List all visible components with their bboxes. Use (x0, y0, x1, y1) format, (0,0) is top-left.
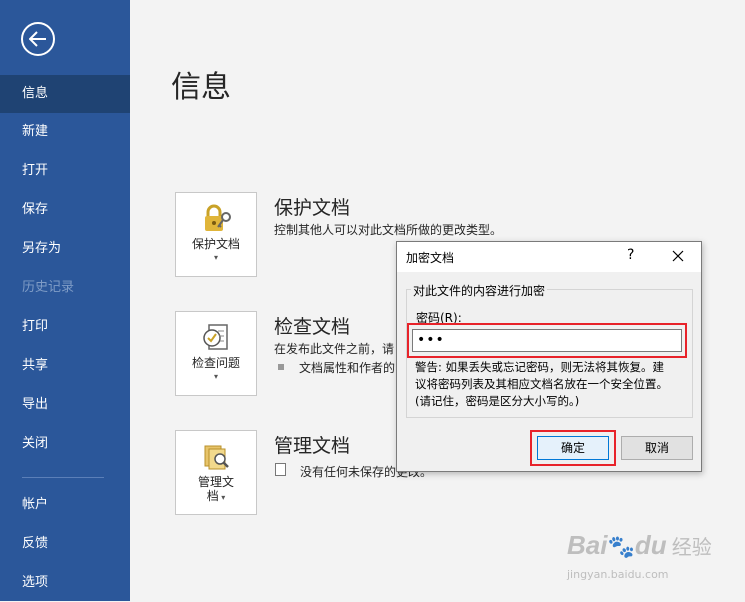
inspect-document-description: 在发布此文件之前，请 (274, 342, 395, 356)
document-icon (275, 463, 286, 476)
nav-item-history: 历史记录 (22, 280, 75, 295)
watermark-sub: 经验 (671, 535, 712, 559)
protect-document-tile[interactable]: 保护文档 ▾ (175, 192, 257, 277)
dialog-title: 加密文档 (406, 251, 455, 265)
nav-item-share[interactable]: 共享 (0, 347, 130, 385)
paw-icon: 🐾 (607, 535, 635, 560)
nav-item-feedback[interactable]: 反馈 (0, 525, 130, 563)
help-button[interactable]: ? (627, 247, 634, 263)
dialog-title-bar[interactable]: 加密文档 ? (397, 242, 701, 272)
nav-item-close[interactable]: 关闭 (0, 425, 130, 463)
warning-line: 警告: 如果丢失或忘记密码，则无法将其恢复。建 (415, 360, 665, 374)
sidebar-divider (22, 477, 104, 478)
warning-line: 议将密码列表及其相应文档名放在一个安全位置。 (415, 377, 668, 391)
protect-document-label: 保护文档 (191, 237, 240, 251)
close-icon[interactable] (670, 248, 686, 264)
manage-document-label-line2: 档 ▾ (206, 489, 226, 503)
cancel-button[interactable]: 取消 (621, 436, 693, 460)
back-arrow-icon[interactable] (21, 22, 55, 56)
backstage-sidebar: 信息 新建 打开 保存 另存为 历史记录 打印 共享 导出 关闭 帐户 反馈 选… (0, 0, 130, 601)
manage-document-icon (201, 441, 233, 473)
nav-item-new[interactable]: 新建 (0, 113, 130, 151)
nav-item-options[interactable]: 选项 (0, 564, 130, 602)
nav-item-open[interactable]: 打开 (0, 152, 130, 190)
warning-line: (请记住，密码是区分大小写的。) (415, 394, 580, 408)
protect-document-description: 控制其他人可以对此文档所做的更改类型。 (274, 223, 503, 237)
password-input[interactable]: ••• (412, 329, 682, 352)
baidu-watermark: Bai🐾du 经验 jingyan.baidu.com (567, 530, 712, 581)
warning-text: 警告: 如果丢失或忘记密码，则无法将其恢复。建 议将密码列表及其相应文档名放在一… (415, 359, 687, 410)
nav-item-save[interactable]: 保存 (0, 191, 130, 229)
inspect-document-icon (201, 322, 233, 354)
lock-key-icon (201, 203, 233, 235)
manage-document-tile[interactable]: 管理文 档 ▾ (175, 430, 257, 515)
encrypt-document-dialog: 加密文档 ? 对此文件的内容进行加密 密码(R): ••• 警告: 如果丢失或忘… (396, 241, 702, 472)
nav-item-export[interactable]: 导出 (0, 386, 130, 424)
inspect-document-heading: 检查文档 (274, 316, 351, 338)
chevron-down-icon: ▾ (213, 253, 218, 262)
watermark-url: jingyan.baidu.com (567, 568, 669, 581)
bullet-icon (278, 364, 284, 370)
watermark-logo2: du (634, 530, 667, 560)
manage-document-heading: 管理文档 (274, 435, 351, 457)
nav-item-info[interactable]: 信息 (0, 75, 130, 113)
check-issues-tile[interactable]: 检查问题 ▾ (175, 311, 257, 396)
nav-item-save-as[interactable]: 另存为 (0, 230, 130, 268)
ok-button[interactable]: 确定 (537, 436, 609, 460)
nav-item-account[interactable]: 帐户 (0, 486, 130, 524)
group-label: 对此文件的内容进行加密 (411, 282, 548, 299)
watermark-logo: Bai (567, 530, 608, 560)
chevron-down-icon: ▾ (213, 372, 218, 381)
protect-document-heading: 保护文档 (274, 197, 351, 219)
manage-document-label-line1: 管理文 (197, 475, 234, 489)
check-issues-label: 检查问题 (191, 356, 240, 370)
inspect-bullet-text: 文档属性和作者的 (299, 361, 396, 375)
page-title: 信息 (171, 70, 231, 105)
nav-item-print[interactable]: 打印 (0, 308, 130, 346)
